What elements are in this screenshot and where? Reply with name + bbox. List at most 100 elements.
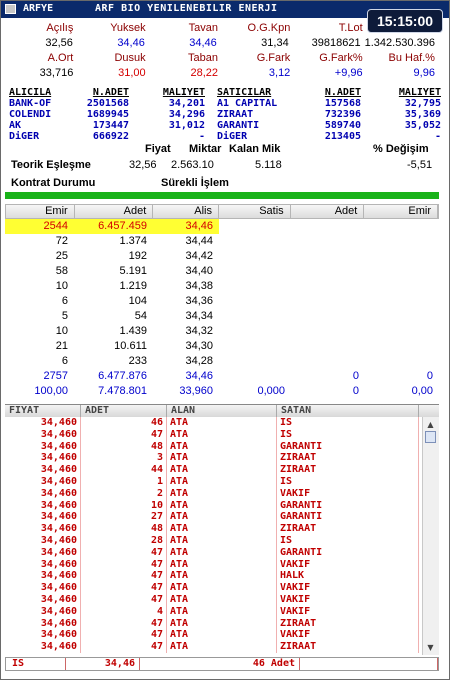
trade-row[interactable]: 34,460 48 ATA GARANTI	[5, 440, 439, 453]
ask-price-cell	[219, 279, 291, 294]
bid-price-total: 34,46	[185, 370, 213, 382]
value-turnover: 1.342.530.396	[364, 37, 435, 49]
trade-row[interactable]: 34,460 47 ATA ZIRAAT	[5, 617, 439, 630]
broker-row[interactable]: COLENDI 1689945 34,296 ZIRAAT 732396 35,…	[9, 109, 441, 120]
depth-row[interactable]: 5 54 34,34	[5, 309, 439, 324]
broker-row[interactable]: BANK-OF 2501568 34,201 A1 CAPITAL 157568…	[9, 98, 441, 109]
seller-qty: 589740	[324, 120, 361, 131]
bid-orders-cell: 10	[55, 325, 68, 337]
scroll-thumb[interactable]	[425, 431, 436, 443]
header-ask-price[interactable]: Satis	[219, 205, 291, 218]
status-extra	[300, 658, 438, 670]
trade-row[interactable]: 34,460 47 ATA VAKIF	[5, 582, 439, 594]
trade-row[interactable]: 34,460 47 ATA ZIRAAT	[5, 641, 439, 653]
bid-qty-total: 6.477.876	[98, 370, 147, 382]
trade-seller: IS	[277, 534, 419, 547]
header-bid-orders[interactable]: Emir	[6, 205, 75, 218]
trade-price: 34,460	[5, 475, 81, 488]
trade-row[interactable]: 34,460 47 ATA VAKIF	[5, 629, 439, 642]
header-buyers: ALICILA	[9, 87, 52, 98]
header-bid-qty[interactable]: Adet	[75, 205, 154, 218]
trade-buyer: ATA	[167, 629, 277, 642]
trade-row[interactable]: 34,460 47 ATA IS	[5, 428, 439, 441]
value-prev-close: 31,34	[261, 37, 289, 49]
trade-row[interactable]: 34,460 2 ATA VAKIF	[5, 487, 439, 500]
trade-price: 34,460	[5, 570, 81, 583]
trade-row[interactable]: 34,460 47 ATA HALK	[5, 570, 439, 583]
trade-row[interactable]: 34,460 46 ATA IS	[5, 417, 439, 429]
trade-row[interactable]: 34,460 47 ATA GARANTI	[5, 546, 439, 559]
bid-orders-cell: 58	[55, 265, 68, 277]
ask-orders-cell	[365, 339, 439, 354]
trade-row[interactable]: 34,460 10 ATA GARANTI	[5, 499, 439, 512]
label-floor: Taban	[188, 52, 218, 64]
depth-row[interactable]: 2544 6.457.459 34,46	[5, 219, 439, 234]
header-ask-orders[interactable]: Emir	[364, 205, 438, 218]
value-open: 32,56	[45, 37, 73, 49]
bid-orders-cell: 10	[55, 280, 68, 292]
value-total-lot: 39818621	[311, 37, 361, 49]
ask-price-cell	[219, 324, 291, 339]
label-avg: A.Ort	[47, 52, 74, 64]
depth-row[interactable]: 10 1.219 34,38	[5, 279, 439, 294]
theoretical-change: -5,51	[407, 159, 433, 171]
bid-price-cell: 34,28	[185, 355, 213, 367]
trade-row[interactable]: 34,460 3 ATA ZIRAAT	[5, 452, 439, 465]
trade-seller: VAKIF	[277, 593, 419, 606]
depth-summary-row: 2757 6.477.876 34,46 0 0	[5, 369, 439, 384]
scroll-up-icon[interactable]: ▲	[425, 419, 436, 430]
trade-row[interactable]: 34,460 47 ATA VAKIF	[5, 593, 439, 606]
trade-price: 34,460	[5, 417, 81, 429]
depth-row[interactable]: 58 5.191 34,40	[5, 264, 439, 279]
scroll-down-icon[interactable]: ▼	[425, 642, 436, 653]
header-buyer[interactable]: ALAN	[167, 405, 277, 417]
depth-row[interactable]: 6 233 34,28	[5, 354, 439, 369]
seller-qty: 213405	[324, 131, 361, 142]
trade-row[interactable]: 34,460 48 ATA ZIRAAT	[5, 523, 439, 535]
broker-row[interactable]: DiGER 666922 - DiGER 213405 -	[9, 131, 441, 142]
header-bid-price[interactable]: Alis	[153, 205, 220, 218]
trade-row[interactable]: 34,460 4 ATA VAKIF	[5, 605, 439, 618]
trade-price: 34,460	[5, 511, 81, 524]
header-remaining: Kalan Mik	[229, 143, 281, 155]
trade-scrollbar[interactable]: ▲ ▼	[422, 417, 439, 655]
label-ceiling: Tavan	[188, 22, 218, 34]
trade-row[interactable]: 34,460 27 ATA GARANTI	[5, 511, 439, 524]
trade-list: FIYAT ADET ALAN SATAN 34,460 46 ATA IS 34,46…	[5, 404, 439, 655]
window-menu-icon[interactable]	[5, 4, 16, 14]
trade-price: 34,460	[5, 452, 81, 465]
broker-row[interactable]: AK 173447 31,012 GARANTI 589740 35,052	[9, 120, 441, 131]
header-trade-qty[interactable]: ADET	[81, 405, 167, 417]
trade-price: 34,460	[5, 487, 81, 500]
trade-buyer: ATA	[167, 428, 277, 441]
trade-row[interactable]: 34,460 47 ATA VAKIF	[5, 558, 439, 571]
header-ask-qty[interactable]: Adet	[291, 205, 365, 218]
header-seller[interactable]: SATAN	[277, 405, 419, 417]
depth-row[interactable]: 72 1.374 34,44	[5, 234, 439, 249]
depth-row[interactable]: 6 104 34,36	[5, 294, 439, 309]
ask-price-cell	[219, 339, 291, 354]
trade-row[interactable]: 34,460 28 ATA IS	[5, 534, 439, 547]
theoretical-price: 32,56	[129, 159, 157, 171]
buyer-cost: 34,296	[168, 109, 205, 120]
trade-row[interactable]: 34,460 1 ATA IS	[5, 475, 439, 488]
trade-row[interactable]: 34,460 44 ATA ZIRAAT	[5, 464, 439, 476]
trade-price: 34,460	[5, 629, 81, 642]
value-day-change: 3,12	[268, 67, 291, 79]
ask-qty-cell	[291, 219, 365, 234]
bid-orders-cell: 2544	[5, 219, 74, 234]
depth-row[interactable]: 21 10.611 34,30	[5, 339, 439, 354]
depth-row[interactable]: 10 1.439 34,32	[5, 324, 439, 339]
ask-qty-cell	[291, 234, 365, 249]
bid-orders-cell: 5	[61, 310, 68, 322]
bid-qty-cell: 1.219	[119, 280, 147, 292]
header-trade-price[interactable]: FIYAT	[5, 405, 81, 417]
ask-orders-cell	[365, 354, 439, 369]
status-qty: 46 Adet	[140, 658, 300, 670]
trade-qty: 1	[81, 475, 167, 488]
depth-row[interactable]: 25 192 34,42	[5, 249, 439, 264]
ask-price-cell	[219, 264, 291, 279]
bid-qty-cell: 5.191	[119, 265, 147, 277]
trade-rows[interactable]: 34,460 46 ATA IS 34,460 47 ATA IS 34,460 48 ATA GAR…	[5, 417, 439, 655]
trade-price: 34,460	[5, 499, 81, 512]
